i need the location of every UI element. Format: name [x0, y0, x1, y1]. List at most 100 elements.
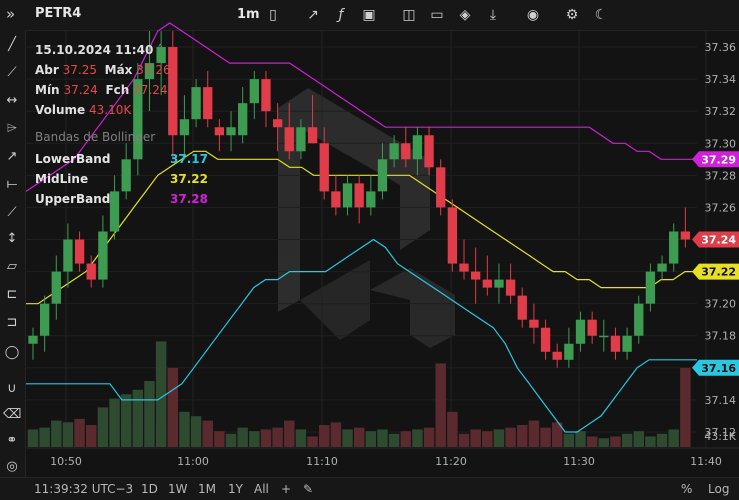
clock-time: 11:39:32 UTC−3 — [34, 482, 134, 496]
volume-bar — [458, 433, 470, 447]
volume-bar — [633, 431, 644, 447]
candle-body — [51, 271, 61, 304]
candle-body — [272, 119, 283, 128]
candle-body — [179, 119, 190, 136]
candle-body — [98, 231, 108, 280]
lowerband-value: 37.17 — [170, 152, 208, 166]
price-tick-label: 37.32 — [705, 105, 737, 118]
candle-body — [226, 127, 236, 136]
volume-bar — [132, 389, 144, 447]
volume-bar — [517, 425, 528, 447]
ohlc-legend: 15.10.2024 11:40 ˄ Abr 37.25 Máx 37.26 M… — [35, 40, 171, 120]
volume-bar — [423, 427, 435, 447]
candle-body — [249, 79, 259, 104]
volume-bar — [74, 418, 85, 447]
candle-body — [564, 343, 574, 360]
pencil-icon[interactable]: ✎ — [303, 482, 313, 496]
volume-bar — [377, 429, 388, 447]
price-tick-label: 37.30 — [705, 137, 737, 150]
volume-bar — [668, 429, 679, 447]
candle-body — [622, 335, 632, 352]
candle-body — [191, 87, 201, 120]
bottom-bar: 11:39:32 UTC−3 1D 1W 1M 1Y All + ✎ % Log — [0, 477, 739, 500]
time-tick-label: 11:10 — [306, 455, 338, 468]
candle-body — [459, 263, 469, 272]
volume-bar — [447, 411, 458, 447]
candle-body — [680, 231, 691, 240]
volume-bar — [225, 433, 237, 447]
volume-value: 43.10K — [89, 103, 132, 117]
volume-bar — [412, 429, 423, 447]
open-value: 37.25 — [62, 63, 97, 77]
upperband-label: UpperBand — [35, 192, 111, 206]
candle-body — [657, 263, 667, 272]
volume-bar — [598, 438, 610, 447]
last-price-badge-text: 37.24 — [701, 234, 736, 247]
volume-bar — [482, 431, 493, 447]
volume-bar — [400, 431, 412, 447]
volume-bar — [167, 367, 179, 447]
price-tick-label: 37.20 — [705, 298, 737, 311]
range-all[interactable]: All — [254, 482, 269, 496]
volume-bar — [365, 431, 377, 447]
candle-body — [552, 351, 562, 360]
candle-body — [412, 135, 423, 160]
time-tick-label: 11:20 — [435, 455, 467, 468]
candle-body — [342, 183, 353, 208]
candle-body — [354, 183, 364, 208]
volume-bar — [39, 427, 50, 447]
time-tick-label: 11:00 — [177, 455, 209, 468]
upper-band-badge-text: 37.29 — [701, 153, 736, 166]
candle-body — [319, 143, 329, 192]
candle-body — [494, 279, 504, 288]
range-1y[interactable]: 1Y — [228, 482, 243, 496]
volume-bar — [318, 425, 330, 447]
volume-bar — [249, 431, 260, 447]
percent-toggle[interactable]: % — [681, 482, 692, 496]
price-tick-label: 37.26 — [705, 201, 737, 214]
price-tick-label: 37.18 — [705, 330, 737, 343]
candle-body — [389, 143, 399, 160]
volume-bar — [330, 422, 342, 447]
range-1m[interactable]: 1M — [198, 482, 216, 496]
volume-label: Volume — [35, 103, 86, 117]
volume-bar — [155, 341, 167, 447]
range-1w[interactable]: 1W — [168, 482, 188, 496]
volume-bar — [493, 429, 505, 447]
volume-bar — [109, 398, 120, 447]
volume-bar — [51, 420, 62, 447]
candle-body — [214, 127, 225, 136]
volume-bar — [528, 420, 540, 447]
volume-bar — [295, 429, 307, 447]
range-1d[interactable]: 1D — [141, 482, 158, 496]
volume-bar — [540, 427, 551, 447]
volume-bar — [62, 422, 74, 447]
lowerband-label: LowerBand — [35, 152, 111, 166]
time-axis[interactable]: 10:50 11:00 11:10 11:20 11:30 11:40 — [50, 455, 722, 468]
volume-bar — [272, 427, 283, 447]
candle-body — [645, 271, 656, 304]
candle-body — [529, 319, 539, 328]
volume-bar — [645, 436, 656, 447]
candle-body — [540, 327, 551, 352]
candle-body — [109, 191, 120, 232]
low-value: 37.24 — [63, 83, 98, 97]
add-range-icon[interactable]: + — [281, 482, 291, 496]
price-tick-label: 37.36 — [705, 41, 737, 54]
price-tick-label: 37.34 — [705, 73, 737, 86]
price-tick-label: 37.12 — [705, 426, 737, 439]
collapse-icon[interactable]: ˄ — [157, 43, 163, 57]
close-label: Fch — [105, 83, 130, 97]
midline-value: 37.22 — [170, 172, 208, 186]
candle-body — [261, 79, 271, 112]
candle-body — [447, 207, 458, 264]
log-toggle[interactable]: Log — [708, 482, 729, 496]
candle-body — [471, 271, 481, 280]
candle-body — [331, 191, 341, 208]
high-label: Máx — [104, 63, 133, 77]
candle-body — [28, 335, 38, 344]
bollinger-title[interactable]: Bandas de Bollinger — [35, 130, 155, 144]
volume-bar — [656, 433, 668, 447]
volume-bar — [120, 394, 132, 447]
volume-bar — [284, 420, 295, 447]
